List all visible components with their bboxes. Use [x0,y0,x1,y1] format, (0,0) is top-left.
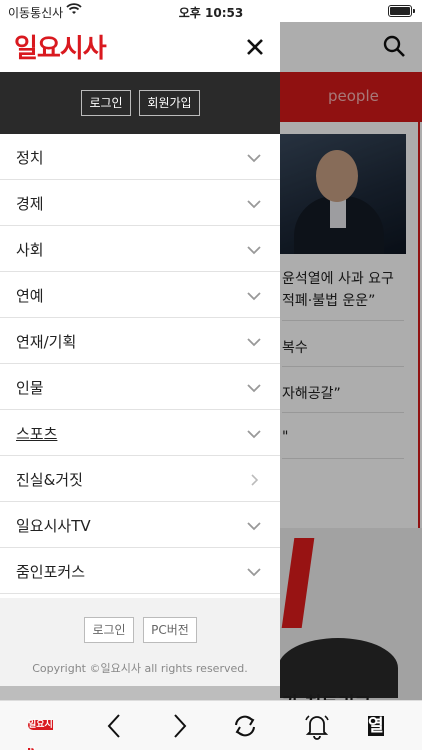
category-menu: 정치 경제 사회 연예 연재/기획 인물 스포츠 진실&거짓 일요시사TV 줌인… [0,134,280,594]
signup-button[interactable]: 회원가입 [139,90,200,116]
bottom-toolbar: 일요시사 열 [0,700,422,750]
auth-bar: 로그인 회원가입 [0,72,280,134]
copyright-text: Copyright ©일요시사 all rights reserved. [32,662,248,675]
drawer-footer: 로그인 PC버전 Copyright ©일요시사 all rights rese… [0,598,280,700]
menu-item-zoom-focus[interactable]: 줌인포커스 [0,548,280,594]
menu-item-label: 정치 [16,149,44,167]
site-logo[interactable]: 일요시사 [14,28,107,65]
chevron-down-icon[interactable] [246,380,262,394]
menu-item-politics[interactable]: 정치 [0,134,280,180]
menu-item-label: 진실&거짓 [16,471,83,489]
chevron-down-icon[interactable] [246,288,262,302]
footer-login-button[interactable]: 로그인 [84,617,134,643]
menu-item-label: 경제 [16,195,44,213]
close-icon[interactable] [240,32,270,62]
drawer-header: 일요시사 [0,22,280,72]
menu-item-fact-check[interactable]: 진실&거짓 [0,456,280,502]
chevron-down-icon[interactable] [246,426,262,440]
back-arrow-icon[interactable] [100,711,130,741]
app-home-icon[interactable]: 일요시사 [28,711,58,750]
drawer-bottom-strip [0,686,280,700]
chevron-down-icon[interactable] [246,150,262,164]
forward-arrow-icon[interactable] [164,711,194,741]
menu-item-economy[interactable]: 경제 [0,180,280,226]
menu-item-label: 스포츠 [16,425,58,443]
login-button[interactable]: 로그인 [81,90,131,116]
menu-item-label: 일요시사TV [16,517,91,535]
menu-item-sports[interactable]: 스포츠 [0,410,280,456]
menu-item-society[interactable]: 사회 [0,226,280,272]
menu-item-entertainment[interactable]: 연예 [0,272,280,318]
menu-item-label: 인물 [16,379,44,397]
bell-icon[interactable] [302,711,332,741]
chevron-down-icon[interactable] [246,334,262,348]
side-drawer: 일요시사 로그인 회원가입 정치 경제 사회 연예 연재/기획 인물 스포츠 진… [0,22,280,700]
status-bar: 이동통신사 오후 10:53 [0,0,422,22]
chevron-down-icon[interactable] [246,518,262,532]
chevron-down-icon[interactable] [246,242,262,256]
menu-item-people[interactable]: 인물 [0,364,280,410]
menu-item-label: 사회 [16,241,44,259]
clock: 오후 10:53 [178,6,244,20]
battery-icon [388,5,415,17]
yeol-label: 열 [368,716,384,736]
chevron-down-icon[interactable] [246,196,262,210]
menu-item-label: 연예 [16,287,44,305]
chevron-right-icon[interactable] [246,472,262,486]
menu-item-tv[interactable]: 일요시사TV [0,502,280,548]
reload-icon[interactable] [230,711,260,741]
menu-item-label: 연재/기획 [16,333,77,351]
chevron-down-icon[interactable] [246,564,262,578]
yeol-app-icon[interactable]: 열 [368,711,398,741]
menu-item-label: 줌인포커스 [16,563,86,581]
menu-item-series[interactable]: 연재/기획 [0,318,280,364]
app-home-label: 일요시사 [28,720,53,750]
pc-version-button[interactable]: PC버전 [143,617,197,643]
